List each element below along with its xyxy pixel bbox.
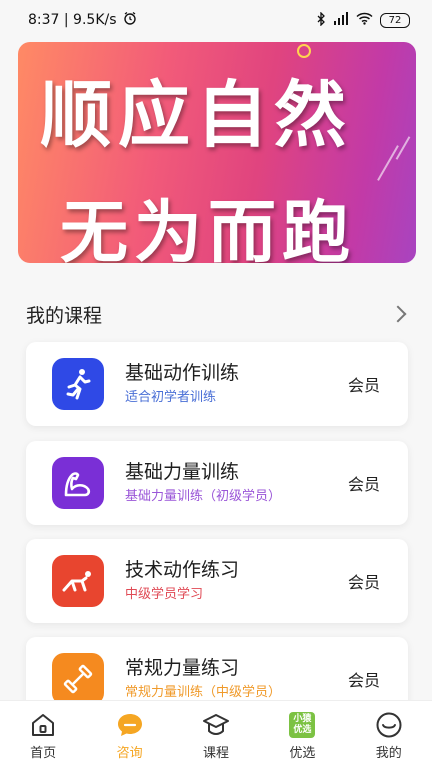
- banner-streak: [377, 145, 399, 181]
- flexed-arm-icon: [52, 457, 104, 509]
- battery-indicator: 72: [380, 12, 410, 28]
- youxuan-badge-line1: 小猿: [293, 714, 312, 724]
- chat-bubble-icon: [116, 711, 144, 739]
- section-title: 我的课程: [26, 304, 103, 327]
- nav-item-courses[interactable]: 课程: [173, 701, 259, 761]
- alarm-clock-icon: [123, 11, 137, 29]
- course-text: 常规力量练习 常规力量训练（中级学员）: [125, 656, 348, 702]
- course-text: 技术动作练习 中级学员学习: [125, 558, 348, 604]
- course-text: 基础动作训练 适合初学者训练: [125, 361, 348, 407]
- status-left: 8:37 | 9.5K/s: [28, 11, 137, 29]
- banner-streak: [395, 136, 411, 160]
- youxuan-badge: 小猿 优选: [289, 712, 316, 738]
- course-text: 基础力量训练 基础力量训练（初级学员）: [125, 460, 348, 506]
- signal-icon: [333, 12, 349, 28]
- sprint-start-icon: [52, 555, 104, 607]
- course-subtitle: 中级学员学习: [125, 587, 204, 602]
- nav-label: 首页: [30, 746, 57, 761]
- youxuan-badge-icon: 小猿 优选: [288, 711, 316, 739]
- promo-banner[interactable]: 顺应自然 无为而跑: [18, 42, 416, 263]
- my-courses-header[interactable]: 我的课程: [26, 298, 410, 330]
- home-icon: [29, 711, 57, 739]
- nav-label: 优选: [289, 746, 316, 761]
- bottom-nav: 首页 咨询 课程 小猿 优选 优选 我的: [0, 700, 432, 769]
- status-right: 72: [316, 10, 410, 29]
- banner-slogan-line1: 顺应自然: [40, 73, 353, 157]
- status-time-speed: 8:37 | 9.5K/s: [28, 12, 117, 28]
- member-badge: 会员: [347, 671, 380, 690]
- member-badge: 会员: [347, 475, 380, 494]
- smiley-face-icon: [375, 711, 403, 739]
- nav-item-home[interactable]: 首页: [0, 701, 86, 761]
- youxuan-badge-line2: 优选: [293, 725, 312, 735]
- dumbbell-icon: [52, 653, 104, 705]
- nav-item-consult[interactable]: 咨询: [87, 701, 173, 761]
- course-card[interactable]: 技术动作练习 中级学员学习 会员: [26, 539, 408, 623]
- nav-item-youxuan[interactable]: 小猿 优选 优选: [259, 701, 345, 761]
- running-person-icon: [52, 358, 104, 410]
- banner-slogan-line2: 无为而跑: [60, 194, 357, 263]
- nav-label: 我的: [375, 746, 402, 761]
- member-badge: 会员: [347, 376, 380, 395]
- course-name: 技术动作练习: [125, 559, 240, 581]
- graduation-cap-icon: [202, 711, 230, 739]
- member-badge: 会员: [347, 573, 380, 592]
- bluetooth-icon: [316, 10, 326, 29]
- nav-label: 咨询: [116, 746, 143, 761]
- course-card[interactable]: 基础力量训练 基础力量训练（初级学员） 会员: [26, 441, 408, 525]
- nav-label: 课程: [202, 746, 229, 761]
- course-name: 常规力量练习: [125, 657, 240, 679]
- course-name: 基础动作训练: [125, 362, 240, 384]
- nav-item-mine[interactable]: 我的: [346, 701, 432, 761]
- course-card[interactable]: 基础动作训练 适合初学者训练 会员: [26, 342, 408, 426]
- course-subtitle: 基础力量训练（初级学员）: [125, 489, 282, 504]
- chevron-right-icon[interactable]: [389, 305, 407, 323]
- course-subtitle: 适合初学者训练: [125, 390, 217, 405]
- wifi-icon: [356, 12, 373, 28]
- status-bar: 8:37 | 9.5K/s 72: [0, 0, 432, 40]
- course-name: 基础力量训练: [125, 461, 240, 483]
